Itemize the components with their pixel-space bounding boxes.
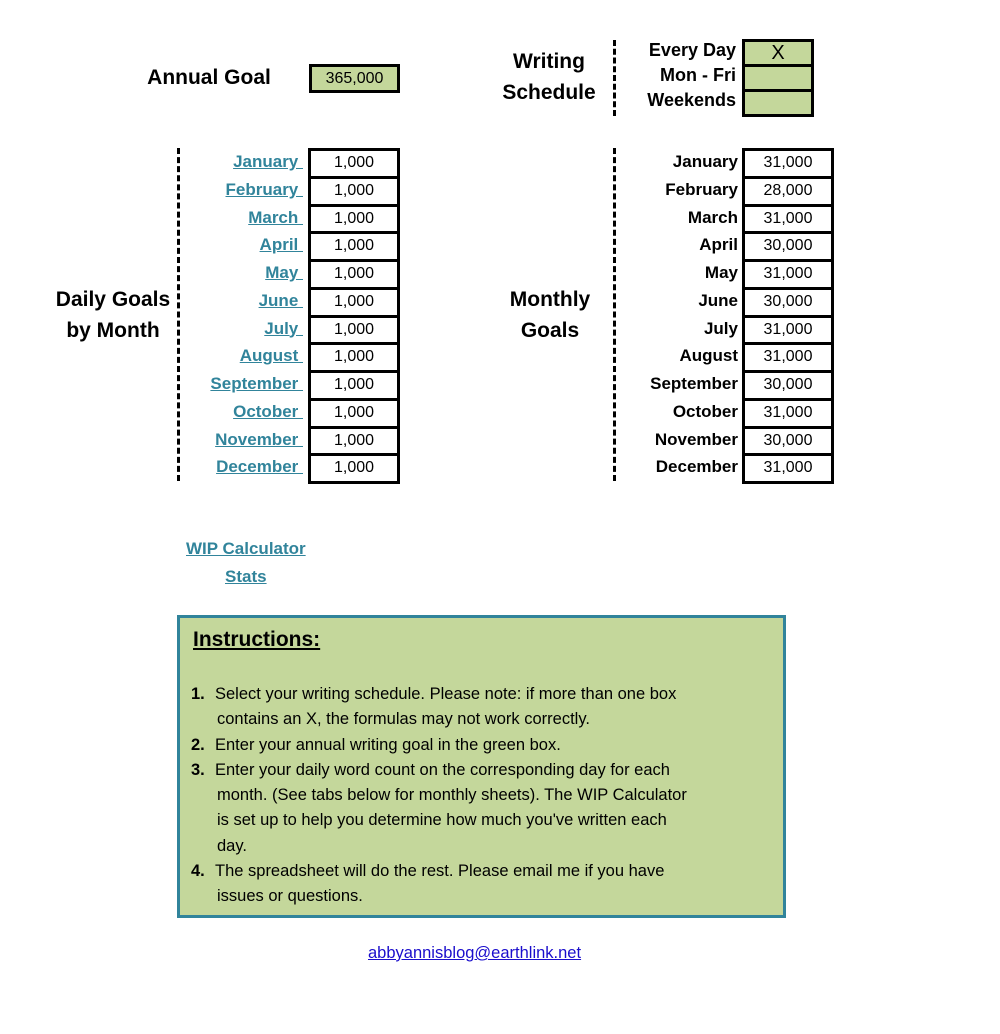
month-label: May [704, 263, 738, 282]
instruction-item: 4. The spreadsheet will do the rest. Plea… [191, 859, 751, 910]
month-link[interactable]: November [177, 426, 307, 454]
month-link[interactable]: April [177, 231, 307, 259]
instruction-text: The spreadsheet will do the rest. Please… [215, 859, 751, 910]
instructions-panel: Instructions: 1. Select your writing sche… [177, 615, 786, 918]
daily-goal-value: 1,000 [311, 178, 397, 204]
month-link[interactable]: July [177, 315, 307, 343]
month-label: March [687, 207, 738, 227]
daily-goal-value: 1,000 [311, 151, 397, 176]
month-label: August [679, 346, 738, 366]
month-label: October [672, 401, 738, 421]
instruction-item: 2. Enter your annual writing goal in the … [191, 733, 751, 758]
month-link[interactable]: October [177, 398, 307, 426]
month-link[interactable]: February [177, 176, 307, 204]
email-link[interactable]: abbyannisblog@earthlink.net [368, 944, 581, 963]
daily-goal-value: 1,000 [311, 262, 397, 287]
schedule-option-every-day: Every Day [648, 40, 736, 60]
month-label: September [650, 374, 738, 393]
daily-goal-value: 1,000 [311, 234, 397, 259]
monthly-goal-value: 31,000 [745, 206, 831, 232]
stats-link[interactable]: Stats [225, 567, 267, 587]
instruction-item: 1. Select your writing schedule. Please n… [191, 682, 751, 733]
monthly-goal-value: 31,000 [745, 317, 831, 343]
instruction-line: Enter your annual writing goal in the gr… [215, 735, 561, 754]
daily-goal-value: 1,000 [311, 428, 397, 454]
month-label: April [699, 235, 738, 255]
daily-goal-value: 1,000 [311, 456, 397, 481]
writing-schedule-label-line1: Writing [513, 50, 585, 73]
mon-fri-cell[interactable] [745, 67, 811, 89]
instruction-text: Select your writing schedule. Please not… [215, 682, 751, 733]
instructions-list: 1. Select your writing schedule. Please n… [191, 682, 751, 910]
instruction-line: month. (See tabs below for monthly sheet… [217, 786, 687, 805]
monthly-goals-month-labels: January February March April May June July Augu… [606, 148, 738, 481]
instruction-text: Enter your annual writing goal in the gr… [215, 733, 751, 758]
instruction-line: issues or questions. [217, 887, 363, 906]
month-label: December [655, 457, 738, 477]
month-link[interactable]: January [177, 148, 307, 176]
daily-goal-value: 1,000 [311, 345, 397, 370]
daily-goals-label-line1: Daily Goals [55, 288, 171, 311]
instruction-line: contains an X, the formulas may not work… [217, 710, 590, 729]
monthly-goal-value: 30,000 [745, 428, 831, 454]
daily-goal-value: 1,000 [311, 317, 397, 343]
daily-goal-value: 1,000 [311, 289, 397, 315]
monthly-goals-label-line2: Goals [520, 319, 580, 342]
month-label: January [672, 152, 738, 171]
month-label: November [654, 429, 738, 449]
daily-goals-label-line2: by Month [66, 319, 160, 342]
wip-calculator-link[interactable]: WIP Calculator [186, 539, 306, 559]
instructions-title: Instructions: [193, 628, 321, 651]
monthly-goal-value: 31,000 [745, 345, 831, 370]
instruction-number: 1. [191, 685, 205, 703]
month-link[interactable]: September [177, 370, 307, 398]
annual-goal-input[interactable]: 365,000 [309, 64, 400, 93]
monthly-goals-values: 31,000 28,000 31,000 30,000 31,000 30,000 31,0… [742, 148, 834, 484]
monthly-goal-value: 28,000 [745, 178, 831, 204]
instruction-line: Select your writing schedule. Please not… [215, 685, 677, 703]
month-link[interactable]: March [177, 204, 307, 232]
month-link[interactable]: December [177, 453, 307, 481]
schedule-option-weekends: Weekends [647, 90, 736, 110]
instruction-text: Enter your daily word count on the corre… [215, 758, 751, 859]
month-label: February [665, 179, 738, 199]
instruction-number: 2. [191, 735, 205, 754]
month-label: July [703, 318, 738, 338]
instruction-number: 4. [191, 862, 205, 881]
daily-goals-label: Daily Goals by Month [50, 284, 176, 346]
instruction-line: The spreadsheet will do the rest. Please… [215, 862, 665, 881]
month-link[interactable]: August [177, 342, 307, 370]
daily-goals-values: 1,000 1,000 1,000 1,000 1,000 1,000 1,000 1,000… [308, 148, 400, 484]
schedule-option-mon-fri: Mon - Fri [660, 65, 736, 85]
month-link[interactable]: June [177, 287, 307, 315]
instruction-line: is set up to help you determine how much… [217, 811, 667, 830]
writing-schedule-label-line2: Schedule [502, 81, 596, 104]
instruction-item: 3. Enter your daily word count on the cor… [191, 758, 751, 859]
every-day-cell[interactable]: X [745, 42, 811, 64]
daily-goal-value: 1,000 [311, 373, 397, 398]
monthly-goal-value: 30,000 [745, 373, 831, 398]
monthly-goal-value: 31,000 [745, 456, 831, 481]
instruction-number: 3. [191, 760, 205, 779]
daily-goal-value: 1,000 [311, 400, 397, 426]
instruction-line: day. [217, 836, 247, 855]
monthly-goal-value: 30,000 [745, 289, 831, 315]
schedule-checkbox-group: X [742, 39, 814, 117]
daily-goal-value: 1,000 [311, 206, 397, 232]
monthly-goal-value: 30,000 [745, 234, 831, 259]
month-label: June [698, 290, 738, 310]
monthly-goals-label-line1: Monthly [509, 288, 591, 311]
annual-goal-label: Annual Goal [147, 66, 271, 89]
month-link[interactable]: May [177, 259, 307, 287]
writing-schedule-label: Writing Schedule [494, 46, 604, 108]
monthly-goals-label: Monthly Goals [494, 284, 606, 346]
monthly-goal-value: 31,000 [745, 151, 831, 176]
monthly-goal-value: 31,000 [745, 400, 831, 426]
weekends-cell[interactable] [745, 92, 811, 114]
schedule-labels: Every Day Mon - Fri Weekends [606, 38, 736, 113]
daily-goals-month-links: January February March April May June Ju… [177, 148, 307, 481]
monthly-goal-value: 31,000 [745, 262, 831, 287]
instruction-line: Enter your daily word count on the corre… [215, 760, 670, 779]
